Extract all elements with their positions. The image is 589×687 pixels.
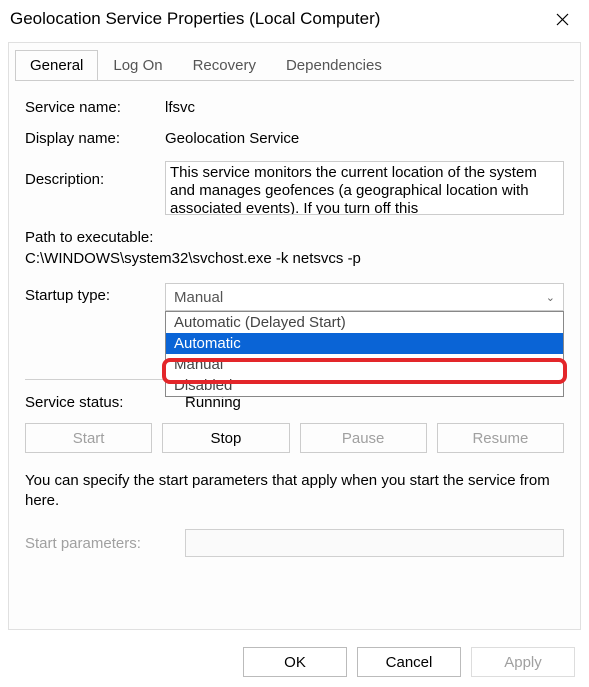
service-status-label: Service status:	[25, 394, 185, 411]
option-disabled[interactable]: Disabled	[166, 375, 563, 396]
service-name-label: Service name:	[25, 99, 165, 116]
start-parameters-label: Start parameters:	[25, 535, 185, 552]
chevron-down-icon: ⌄	[546, 291, 555, 304]
window-title: Geolocation Service Properties (Local Co…	[10, 9, 380, 29]
ok-button[interactable]: OK	[243, 647, 347, 677]
path-value: C:\WINDOWS\system32\svchost.exe -k netsv…	[25, 250, 564, 267]
startup-type-dropdown: Automatic (Delayed Start) Automatic Manu…	[165, 311, 564, 397]
description-textbox[interactable]: This service monitors the current locati…	[165, 161, 564, 215]
startup-type-label: Startup type:	[25, 283, 165, 304]
pause-button: Pause	[300, 423, 427, 453]
stop-button[interactable]: Stop	[162, 423, 289, 453]
tab-logon[interactable]: Log On	[98, 50, 177, 81]
start-button: Start	[25, 423, 152, 453]
option-automatic-delayed[interactable]: Automatic (Delayed Start)	[166, 312, 563, 333]
resume-button: Resume	[437, 423, 564, 453]
tab-recovery[interactable]: Recovery	[178, 50, 271, 81]
option-manual[interactable]: Manual	[166, 354, 563, 375]
startup-type-select[interactable]: Manual ⌄	[165, 283, 564, 311]
start-parameters-input	[185, 529, 564, 557]
service-name-value: lfsvc	[165, 99, 564, 116]
tab-strip: General Log On Recovery Dependencies	[15, 49, 580, 80]
description-label: Description:	[25, 161, 165, 188]
option-automatic[interactable]: Automatic	[166, 333, 563, 354]
tab-dependencies[interactable]: Dependencies	[271, 50, 397, 81]
tab-general[interactable]: General	[15, 50, 98, 81]
start-parameters-note: You can specify the start parameters tha…	[25, 471, 564, 511]
apply-button: Apply	[471, 647, 575, 677]
display-name-value: Geolocation Service	[165, 130, 564, 147]
startup-type-selected: Manual	[174, 289, 223, 306]
cancel-button[interactable]: Cancel	[357, 647, 461, 677]
path-label: Path to executable:	[25, 229, 564, 246]
display-name-label: Display name:	[25, 130, 165, 147]
close-icon[interactable]	[539, 4, 585, 34]
